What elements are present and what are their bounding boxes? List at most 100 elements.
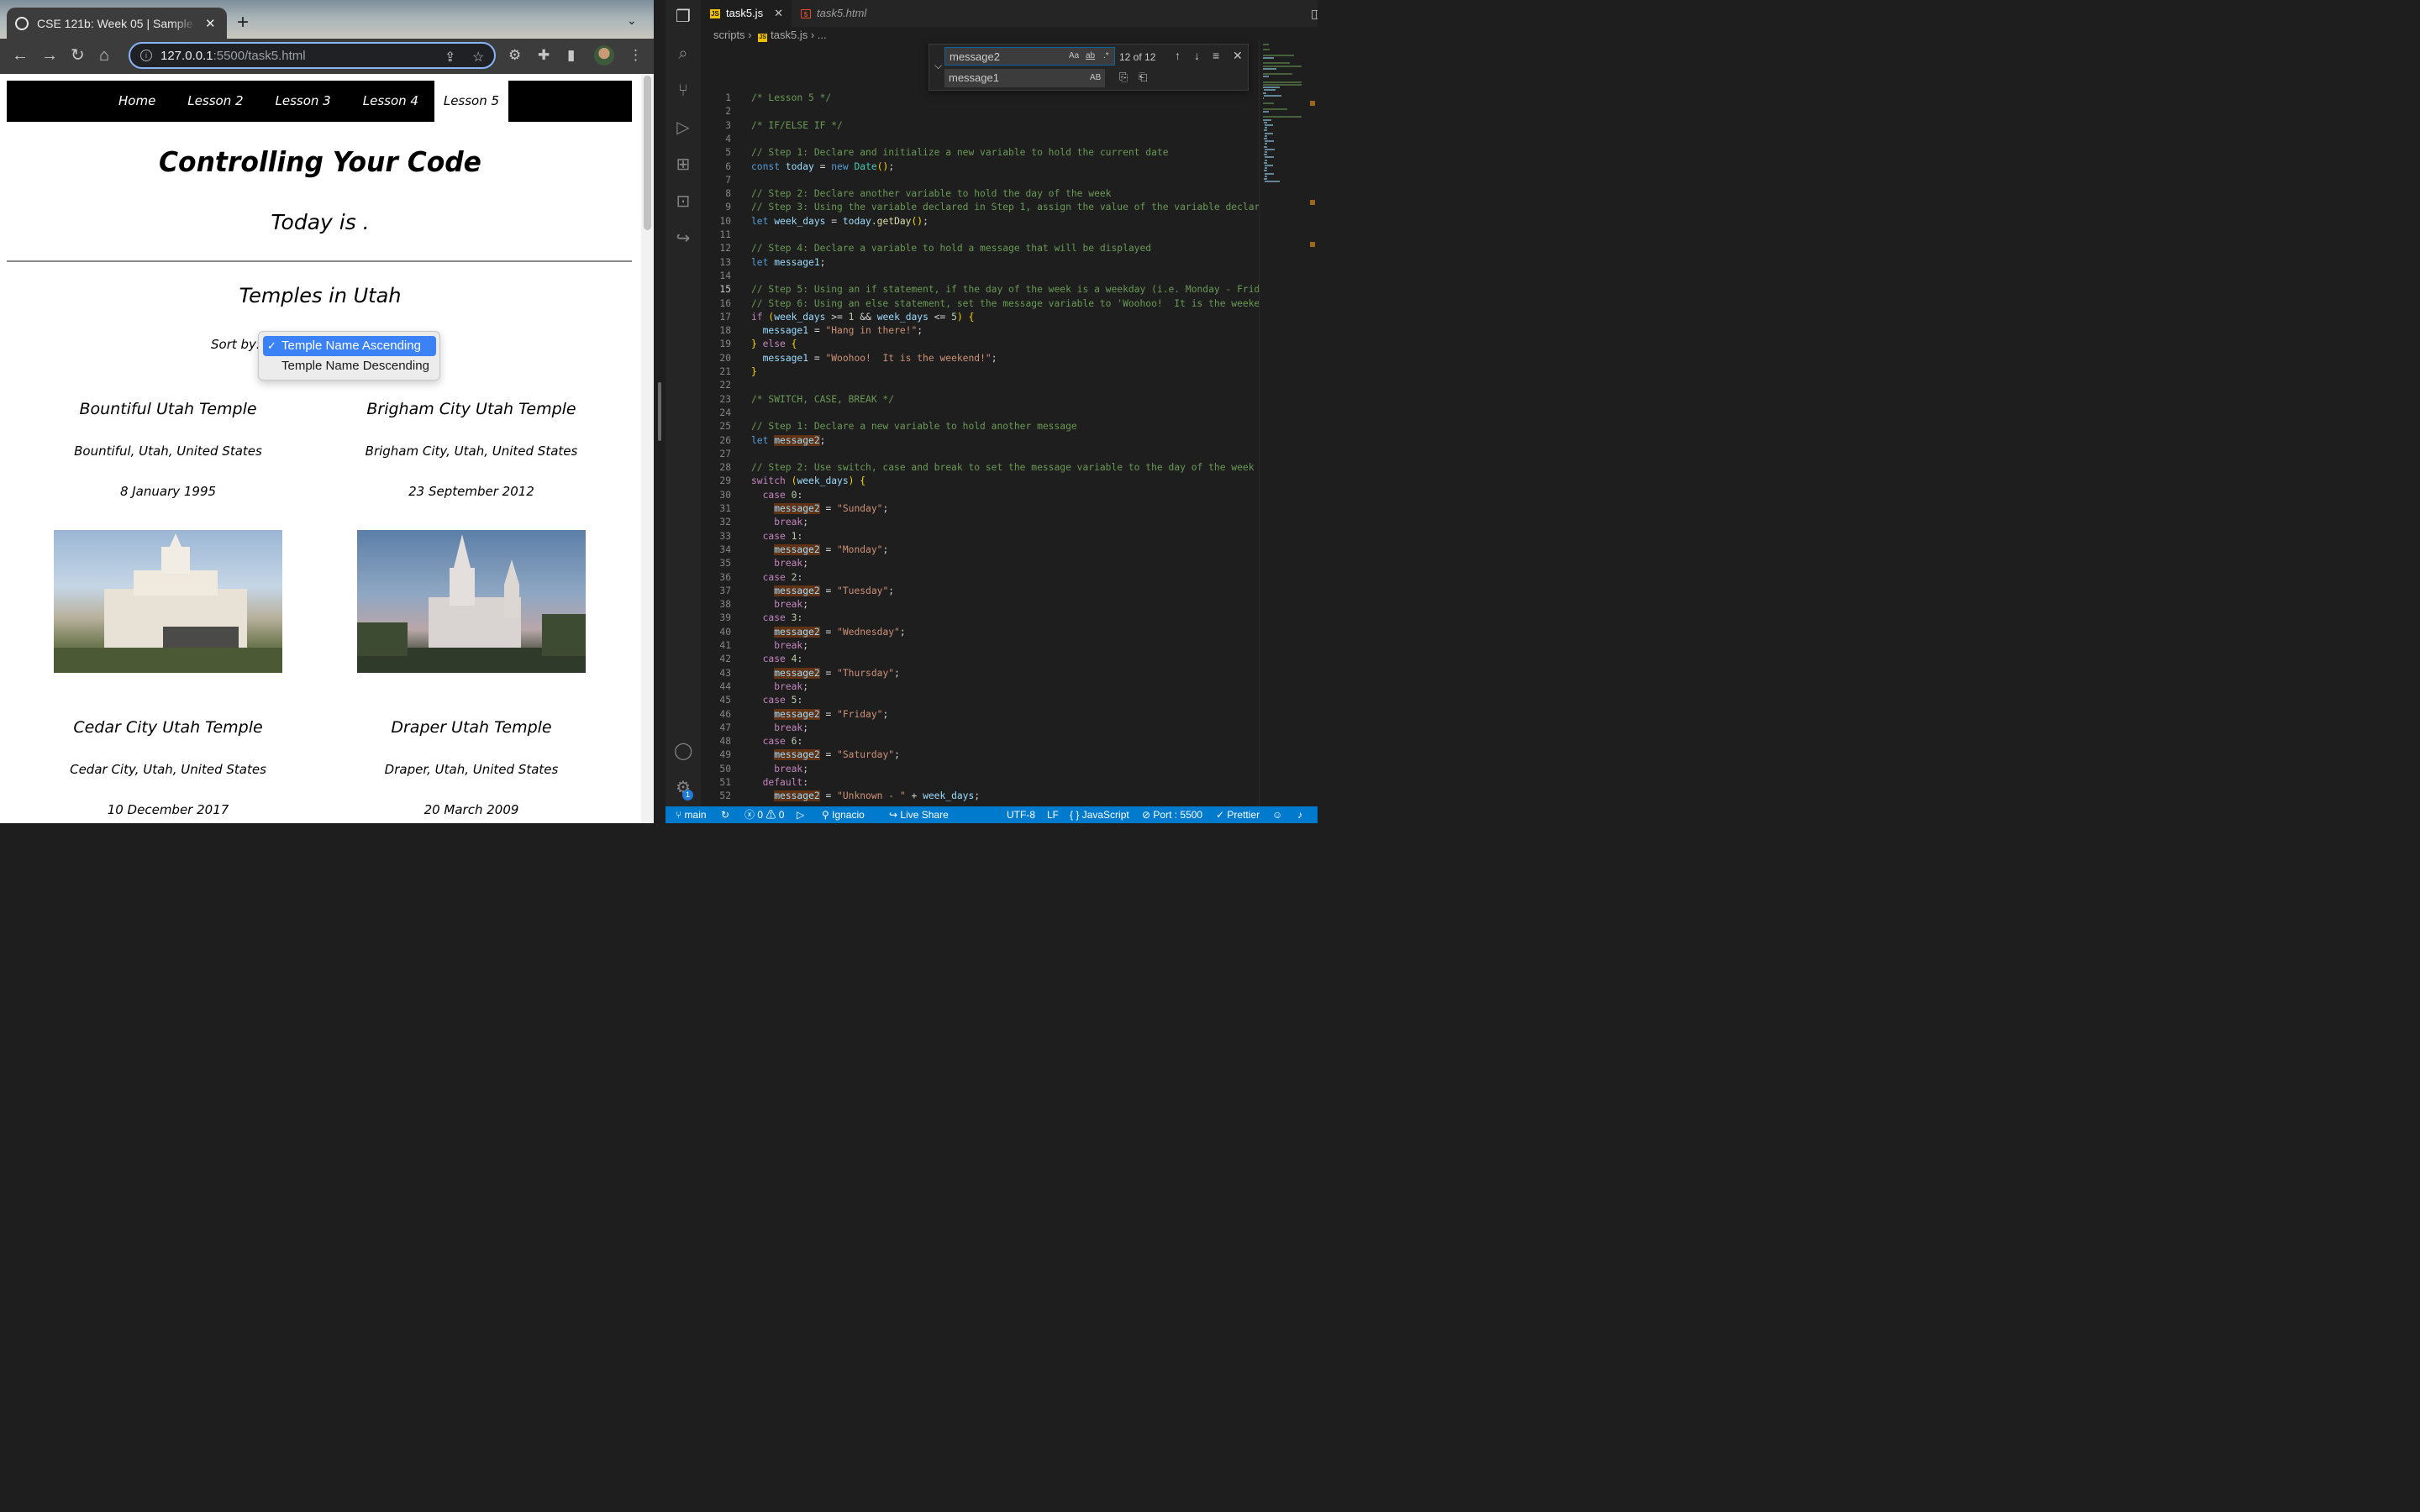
run-debug-icon[interactable]: ▷ [674,118,692,137]
code-line[interactable]: 6 const today = new Date(); [701,160,1259,174]
nav-lesson-2[interactable]: Lesson 2 [171,81,259,122]
back-arrow-icon[interactable]: ← [12,46,29,65]
nav-lesson-5[interactable]: Lesson 5 [434,81,508,122]
branch-status[interactable]: ⑂ main [676,806,707,823]
prettier-status[interactable]: ✓ Prettier [1216,806,1260,823]
eol-status[interactable]: LF [1047,806,1059,823]
sort-dropdown[interactable]: Temple Name Ascending Temple Name Descen… [258,331,440,381]
code-line[interactable]: 8 // Step 2: Declare another variable to … [701,187,1259,201]
code-line[interactable]: 3 /* IF/ELSE IF */ [701,119,1259,133]
breadcrumb-file[interactable]: task5.js [771,29,808,41]
accounts-icon[interactable]: ◯ [674,742,692,760]
find-in-selection-icon[interactable]: ≡ [1213,49,1219,62]
reload-icon[interactable]: ↻ [71,46,85,65]
live-share-status[interactable]: ↪ Live Share [889,806,949,823]
code-line[interactable]: 9 // Step 3: Using the variable declared … [701,201,1259,214]
code-line[interactable]: 19} else { [701,338,1259,351]
encoding-status[interactable]: UTF-8 [1007,806,1035,823]
explorer-icon[interactable]: ❐ [674,8,692,26]
match-whole-word-icon[interactable]: ab [1086,51,1095,60]
code-line[interactable]: 44 break; [701,680,1259,694]
breadcrumb-folder[interactable]: scripts [713,29,745,41]
extension-gear-icon[interactable]: ⚙ [508,47,521,64]
code-line[interactable]: 34 message2 = "Monday"; [701,543,1259,557]
code-line[interactable]: 20 message1 = "Woohoo! It is the weekend… [701,352,1259,365]
code-line[interactable]: 39 case 3: [701,612,1259,625]
feedback-icon[interactable]: ☺ [1272,806,1282,823]
run-icon[interactable]: ▷ [797,806,804,823]
sort-option-ascending[interactable]: Temple Name Ascending [263,336,436,356]
code-line[interactable]: 15 // Step 5: Using an if statement, if t… [701,283,1259,297]
site-info-icon[interactable]: i [140,50,152,61]
code-line[interactable]: 18 message1 = "Hang in there!"; [701,324,1259,338]
code-line[interactable]: 22 [701,379,1259,392]
code-line[interactable]: 41 break; [701,639,1259,653]
language-status[interactable]: { } JavaScript [1070,806,1129,823]
tab-task5-js[interactable]: JS task5.js ✕ [701,0,792,27]
tab-search-chevron-icon[interactable]: ⌄ [627,13,637,28]
close-find-icon[interactable]: ✕ [1233,49,1243,63]
code-line[interactable]: 10 let week_days = today.getDay(); [701,215,1259,228]
code-line[interactable]: 11 [701,228,1259,242]
code-line[interactable]: 40 message2 = "Wednesday"; [701,626,1259,639]
code-line[interactable]: 33 case 1: [701,530,1259,543]
search-icon[interactable]: ⌕ [674,45,692,63]
code-line[interactable]: 46 message2 = "Friday"; [701,708,1259,722]
code-line[interactable]: 31 message2 = "Sunday"; [701,502,1259,516]
code-line[interactable]: 5 // Step 1: Declare and initialize a new… [701,146,1259,160]
code-line[interactable]: 49 message2 = "Saturday"; [701,748,1259,762]
close-tab-icon[interactable]: ✕ [774,0,783,27]
page-scrollbar-thumb[interactable] [644,76,651,230]
code-line[interactable]: 52 message2 = "Unknown - " + week_days; [701,790,1259,803]
code-line[interactable]: 12 // Step 4: Declare a variable to hold … [701,242,1259,255]
nav-lesson-4[interactable]: Lesson 4 [347,81,434,122]
code-line[interactable]: 42 case 4: [701,653,1259,666]
code-line[interactable]: 1 /* Lesson 5 */ [701,92,1259,105]
split-editor-icon[interactable]: ◫ [1311,7,1318,21]
close-tab-icon[interactable]: ✕ [205,16,216,31]
new-tab-button[interactable]: + [237,11,249,34]
code-line[interactable]: 37 message2 = "Tuesday"; [701,585,1259,598]
code-line[interactable]: 13 let message1; [701,256,1259,270]
port-status[interactable]: ⊘ Port : 5500 [1142,806,1202,823]
forward-arrow-icon[interactable]: → [41,46,58,65]
code-line[interactable]: 28 // Step 2: Use switch, case and break … [701,461,1259,475]
toggle-replace-chevron-icon[interactable]: ⌵ [934,60,942,72]
sort-option-descending[interactable]: Temple Name Descending [263,356,436,376]
tab-task5-html[interactable]: 5 task5.html [792,0,871,27]
use-regex-icon[interactable]: .* [1103,51,1109,60]
code-line[interactable]: 35 break; [701,557,1259,570]
extensions-icon[interactable]: ⊞ [674,155,692,174]
divider-handle[interactable] [658,382,661,441]
live-share-icon[interactable]: ↪ [674,229,692,248]
code-line[interactable]: 30 case 0: [701,489,1259,502]
code-line[interactable]: 45 case 5: [701,694,1259,707]
code-line[interactable]: 48 case 6: [701,735,1259,748]
code-line[interactable]: 2 [701,105,1259,118]
code-line[interactable]: 47 break; [701,722,1259,735]
address-bar[interactable]: i 127.0.0.1:5500/task5.html ⇪ ☆ [129,42,496,69]
minimap[interactable] [1259,40,1307,806]
sync-icon[interactable]: ↻ [721,806,729,823]
preserve-case-icon[interactable]: AB [1090,73,1101,82]
code-line[interactable]: 16 // Step 6: Using an else statement, se… [701,297,1259,311]
page-scrollbar[interactable] [641,74,654,823]
breadcrumb-symbol[interactable]: ... [818,29,827,41]
problems-status[interactable]: ⓧ 0 ⚠ 0 [744,806,784,823]
window-divider[interactable] [654,0,666,823]
editor-scrollbar[interactable] [1307,40,1318,806]
code-line[interactable]: 43 message2 = "Thursday"; [701,667,1259,680]
code-line[interactable]: 17 if (week_days >= 1 && week_days <= 5) … [701,311,1259,324]
match-case-icon[interactable]: Aa [1069,51,1079,60]
code-line[interactable]: 24 [701,407,1259,420]
browser-menu-icon[interactable]: ⋮ [629,47,643,64]
code-line[interactable]: 21} [701,365,1259,379]
code-line[interactable]: 25 // Step 1: Declare a new variable to h… [701,420,1259,433]
replace-icon[interactable]: ⎘ [1119,71,1128,84]
browser-tab[interactable]: CSE 121b: Week 05 | Sample Solution ✕ [7,8,227,39]
profile-avatar[interactable] [594,45,614,66]
code-line[interactable]: 14 [701,270,1259,283]
code-editor[interactable]: 1/* Lesson 5 */2 3/* IF/ELSE IF */4 5// St… [701,89,1259,806]
nav-lesson-3[interactable]: Lesson 3 [260,81,347,122]
side-panel-icon[interactable]: ▮ [567,47,575,64]
